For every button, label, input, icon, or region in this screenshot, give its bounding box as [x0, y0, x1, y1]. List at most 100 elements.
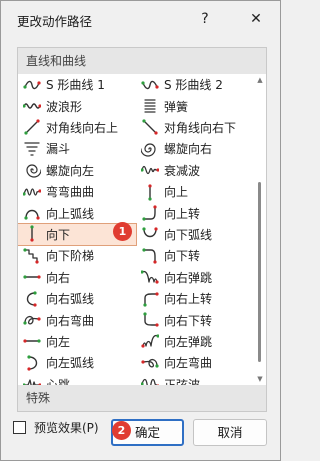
path-option[interactable]: 向左弹跳	[136, 331, 254, 352]
path-option[interactable]: 向下阶梯	[18, 245, 136, 266]
path-option[interactable]: 向上转	[136, 202, 254, 223]
arc-down-icon	[140, 224, 160, 244]
scroll-down-arrow-icon[interactable]: ▼	[256, 375, 264, 383]
section-header-special: 特殊	[18, 385, 266, 411]
path-option-label: 弹簧	[164, 99, 189, 114]
path-option[interactable]: 向右弯曲	[18, 309, 136, 330]
help-button[interactable]: ?	[194, 9, 216, 29]
spiral-right-icon	[140, 139, 160, 159]
zigzag-curvy-icon	[22, 182, 42, 202]
arc-left-icon	[22, 353, 42, 373]
path-option[interactable]: 漏斗	[18, 138, 136, 159]
path-option-label: 向右	[46, 270, 71, 285]
diagonal-down-right-icon	[140, 117, 160, 137]
diagonal-up-right-icon	[22, 117, 42, 137]
cancel-button[interactable]: 取消	[193, 419, 267, 446]
path-option-label: 向左	[46, 334, 71, 349]
decaying-wave-icon	[140, 160, 160, 180]
path-option[interactable]: 弹簧	[136, 95, 254, 116]
path-option-label: 弯弯曲曲	[46, 185, 95, 200]
path-option-label: S 形曲线 2	[164, 78, 223, 93]
path-option-label: 向左弧线	[46, 356, 95, 371]
path-option[interactable]: 向上弧线	[18, 202, 136, 223]
path-option[interactable]: 螺旋向右	[136, 138, 254, 159]
arc-right-icon	[22, 289, 42, 309]
s-curve-2-icon	[140, 75, 160, 95]
preview-label: 预览效果(P)	[34, 421, 99, 435]
path-option-label: 向右上转	[164, 292, 213, 307]
path-option-label: 对角线向右上	[46, 120, 119, 135]
path-option-label: 向下转	[164, 249, 201, 264]
spring-icon	[140, 96, 160, 116]
path-option-label: 向左弯曲	[164, 356, 213, 371]
path-option[interactable]: 向右	[18, 267, 136, 288]
down-icon	[22, 224, 42, 244]
path-option[interactable]: S 形曲线 1	[18, 74, 136, 95]
path-option-label: 波浪形	[46, 99, 83, 114]
section-header-lines-curves: 直线和曲线	[18, 48, 266, 74]
path-option-label: S 形曲线 1	[46, 78, 105, 93]
path-option[interactable]: 向右上转	[136, 288, 254, 309]
title-bar: 更改动作路径 ? ✕	[1, 1, 280, 39]
path-option[interactable]: 弯弯曲曲	[18, 181, 136, 202]
dialog-title: 更改动作路径	[17, 14, 93, 29]
bounce-left-icon	[140, 331, 160, 351]
path-list-panel: 直线和曲线 S 形曲线 1S 形曲线 2 波浪形 弹簧 对角线向右上 对角线向右下 漏斗螺…	[17, 47, 267, 412]
path-option[interactable]: 向左弧线	[18, 352, 136, 373]
close-button[interactable]: ✕	[245, 9, 267, 29]
path-option-label: 向右弯曲	[46, 313, 95, 328]
path-option[interactable]: 向左	[18, 331, 136, 352]
wave-icon	[22, 96, 42, 116]
path-option-label: 向上转	[164, 206, 201, 221]
path-option-label: 向右下转	[164, 313, 213, 328]
path-option[interactable]: 向右弧线	[18, 288, 136, 309]
turn-down-right-icon	[140, 310, 160, 330]
right-icon	[22, 267, 42, 287]
turn-up-right-icon	[140, 289, 160, 309]
path-option-label: 向右弹跳	[164, 270, 213, 285]
path-option-label: 螺旋向右	[164, 142, 213, 157]
change-motion-path-dialog: 更改动作路径 ? ✕ 直线和曲线 S 形曲线 1 S 形曲线 2 波浪形 弹簧对角线向…	[0, 0, 281, 461]
path-option-label: 对角线向右下	[164, 120, 237, 135]
s-curve-1-icon	[22, 75, 42, 95]
path-option-label: 向左弹跳	[164, 334, 213, 349]
path-option-label: 向下弧线	[164, 227, 213, 242]
vertical-scrollbar[interactable]: ▲ ▼	[254, 74, 266, 385]
path-option[interactable]: 衰减波	[136, 160, 254, 181]
step-badge-2: 2	[112, 421, 131, 440]
left-icon	[22, 331, 42, 351]
bounce-right-icon	[140, 267, 160, 287]
path-option[interactable]: 向右弹跳	[136, 267, 254, 288]
path-option-label: 衰减波	[164, 163, 201, 178]
path-option[interactable]: 对角线向右下	[136, 117, 254, 138]
curvy-right-icon	[22, 310, 42, 330]
scrollbar-thumb[interactable]	[258, 182, 261, 362]
path-option-label: 向上	[164, 185, 189, 200]
turn-up-icon	[140, 203, 160, 223]
spiral-left-icon	[22, 160, 42, 180]
preview-checkbox-row[interactable]: 预览效果(P)	[13, 419, 99, 436]
path-option[interactable]: 向左弯曲	[136, 352, 254, 373]
cancel-button-label: 取消	[217, 425, 243, 440]
ok-button-label: 确定	[134, 425, 160, 440]
path-option[interactable]: 向下转	[136, 245, 254, 266]
path-option-label: 向上弧线	[46, 206, 95, 221]
path-option[interactable]: 向上	[136, 181, 254, 202]
preview-checkbox[interactable]	[13, 421, 26, 434]
curvy-left-icon	[140, 353, 160, 373]
up-icon	[140, 182, 160, 202]
path-option[interactable]: S 形曲线 2	[136, 74, 254, 95]
stairs-down-icon	[22, 246, 42, 266]
step-badge-1: 1	[113, 222, 132, 241]
scroll-up-arrow-icon[interactable]: ▲	[256, 76, 264, 84]
path-option[interactable]: 向下弧线	[136, 224, 254, 245]
path-option[interactable]: 波浪形	[18, 95, 136, 116]
path-option-label: 向下阶梯	[46, 249, 95, 264]
path-option[interactable]: 对角线向右上	[18, 117, 136, 138]
path-option-label: 螺旋向左	[46, 163, 95, 178]
funnel-icon	[22, 139, 42, 159]
path-option-label: 向右弧线	[46, 292, 95, 307]
path-option[interactable]: 螺旋向左	[18, 160, 136, 181]
path-option[interactable]: 向右下转	[136, 309, 254, 330]
path-option-label: 向下	[46, 227, 71, 242]
